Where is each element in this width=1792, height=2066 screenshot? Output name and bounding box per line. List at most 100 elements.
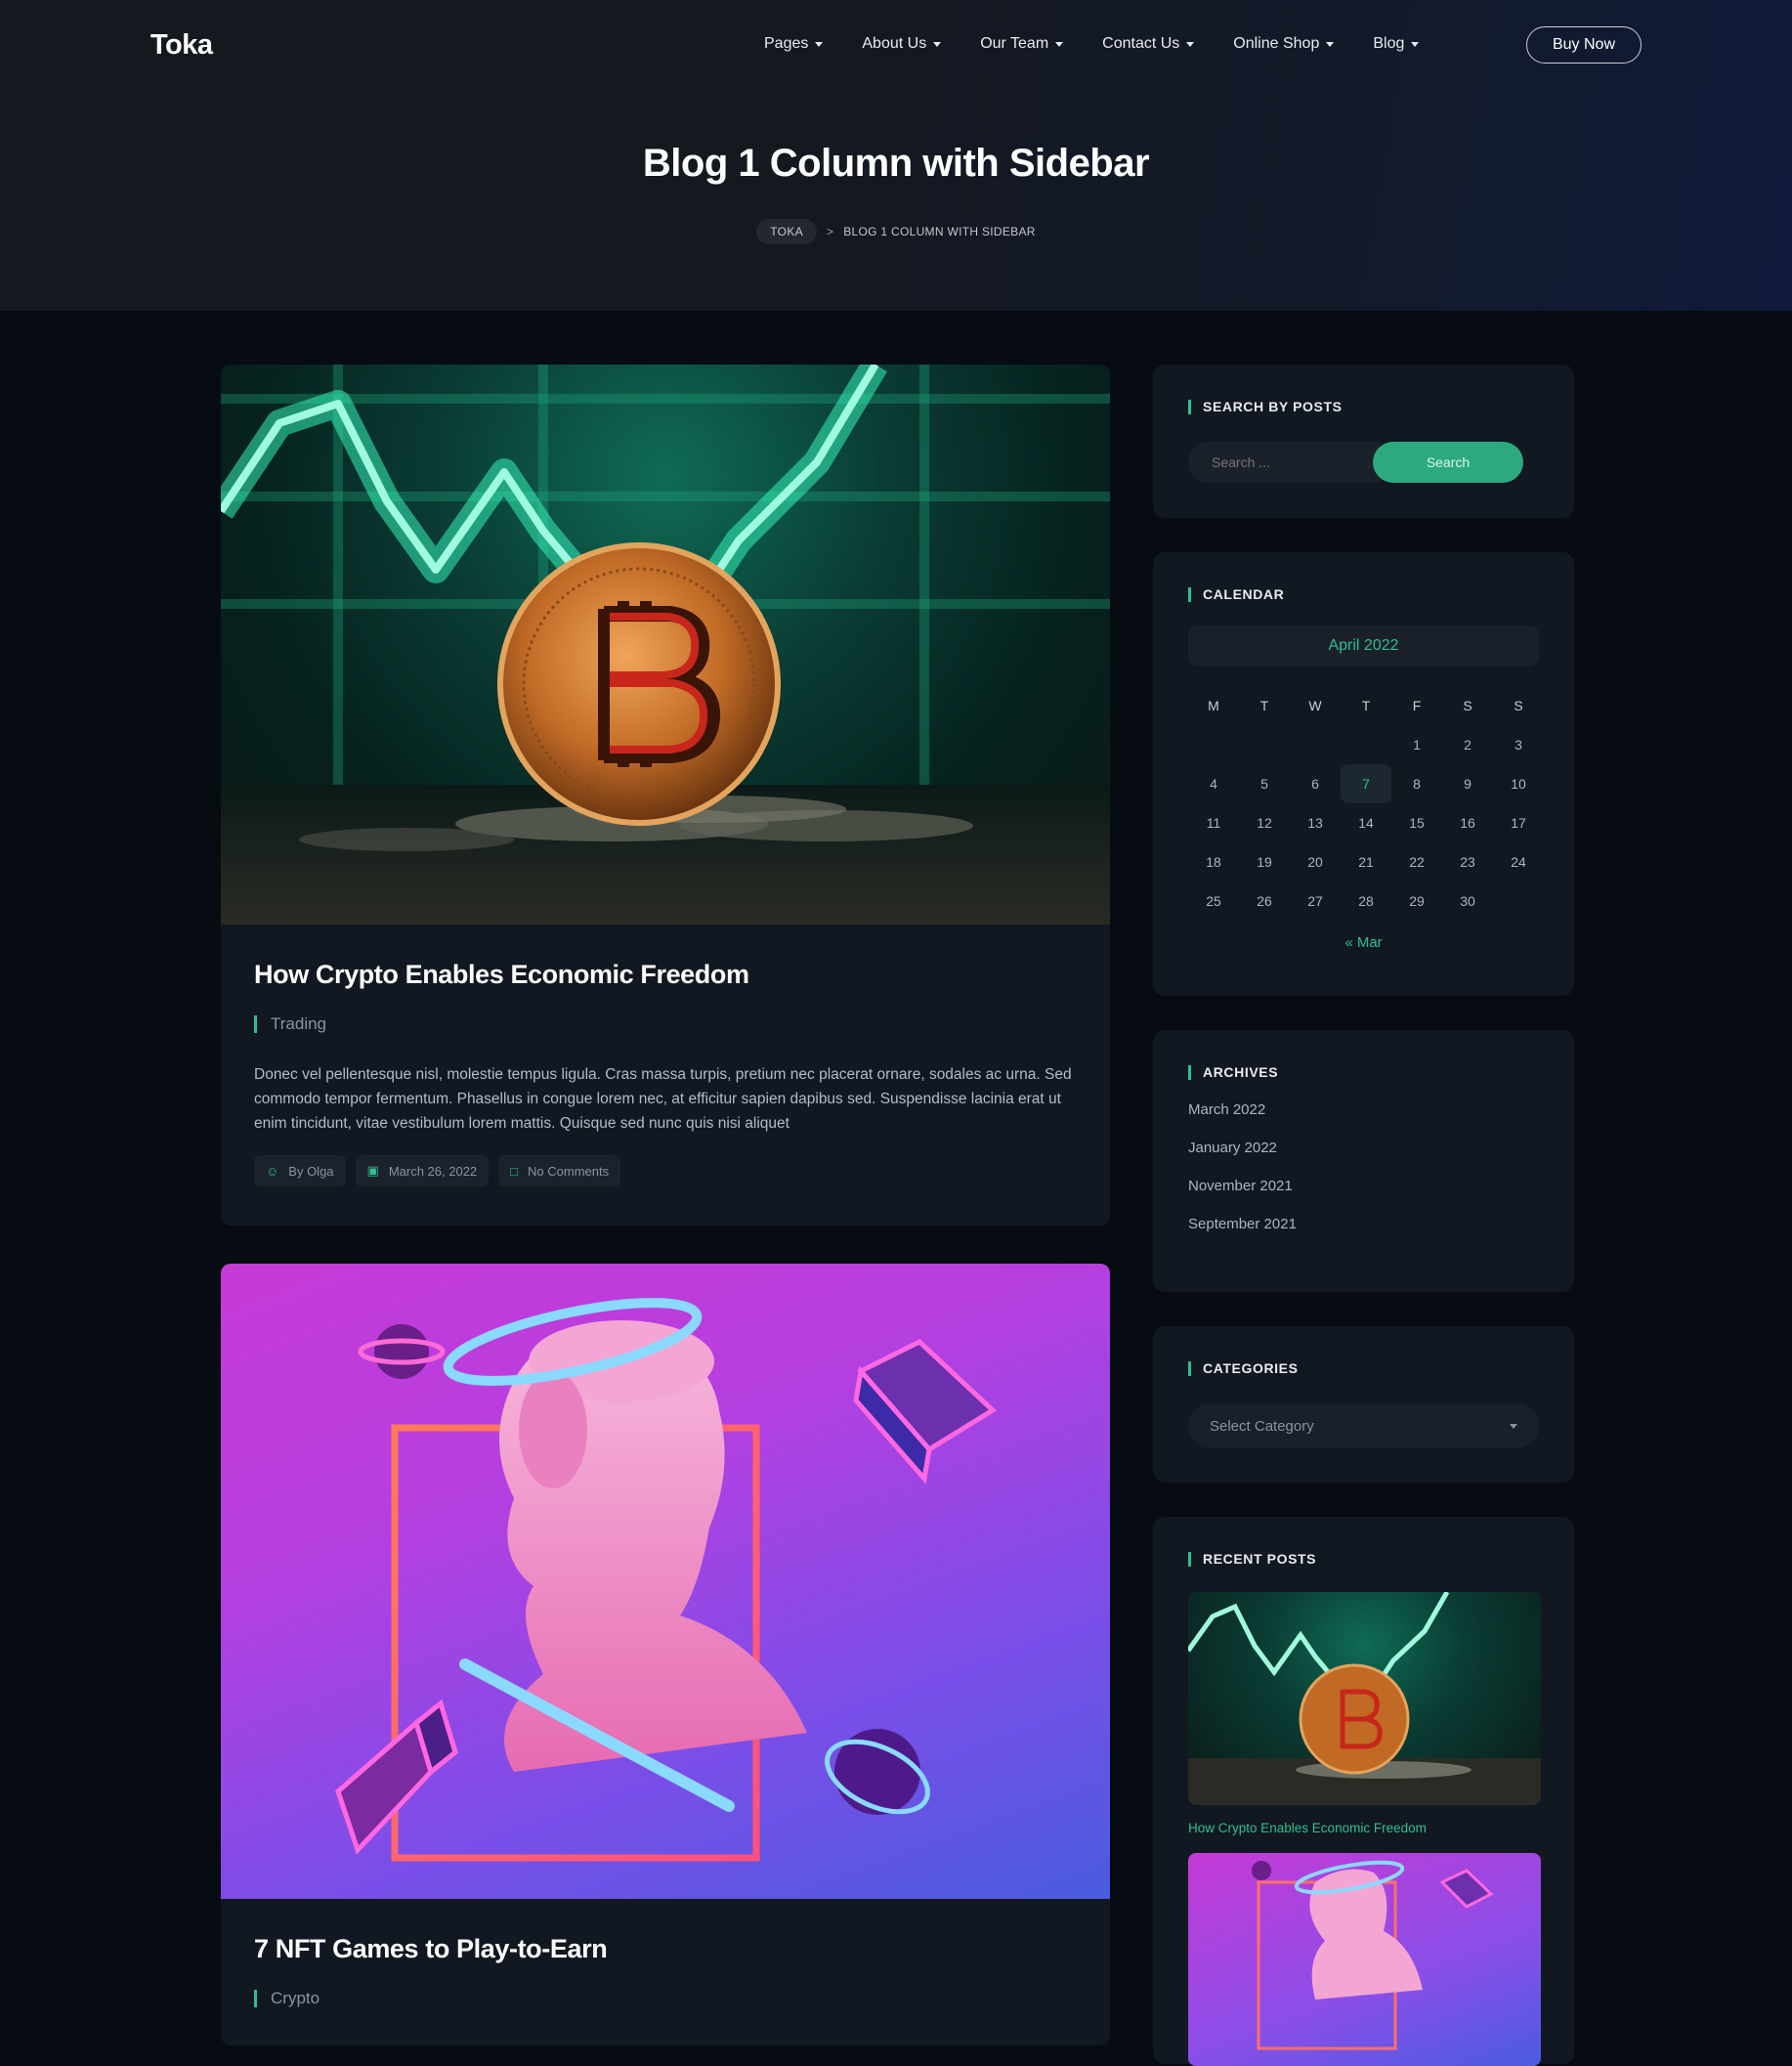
calendar-empty-cell — [1290, 725, 1341, 764]
recent-post-thumbnail[interactable] — [1188, 1853, 1541, 2066]
calendar-day[interactable]: 22 — [1391, 842, 1442, 882]
calendar-day[interactable]: 11 — [1188, 803, 1239, 842]
post-comments[interactable]: □ No Comments — [498, 1155, 621, 1186]
recent-post-thumbnail[interactable] — [1188, 1592, 1541, 1805]
archives-widget: ARCHIVES March 2022 January 2022 Novembe… — [1153, 1030, 1574, 1292]
post-category[interactable]: Crypto — [254, 1990, 1077, 2007]
nav-blog[interactable]: Blog — [1373, 35, 1420, 53]
page-title: Blog 1 Column with Sidebar — [642, 142, 1150, 185]
calendar-day[interactable]: 28 — [1341, 882, 1391, 921]
calendar-day[interactable]: 7 — [1341, 764, 1391, 803]
calendar-weekday: T — [1361, 698, 1371, 713]
calendar-prev-month-link[interactable]: « Mar — [1188, 934, 1539, 951]
widget-title: SEARCH BY POSTS — [1188, 400, 1539, 414]
calendar-day[interactable]: 6 — [1290, 764, 1341, 803]
chevron-down-icon — [1411, 41, 1420, 47]
nav-pages[interactable]: Pages — [764, 35, 824, 53]
calendar-day[interactable]: 21 — [1341, 842, 1391, 882]
calendar-weekday: S — [1514, 698, 1523, 713]
breadcrumb-home[interactable]: TOKA — [756, 219, 817, 244]
archive-link[interactable]: November 2021 — [1188, 1178, 1539, 1194]
calendar-day[interactable]: 18 — [1188, 842, 1239, 882]
calendar-empty-cell — [1493, 882, 1544, 921]
calendar-icon: ▣ — [366, 1163, 379, 1178]
user-icon: ☺ — [266, 1163, 279, 1179]
calendar-day[interactable]: 4 — [1188, 764, 1239, 803]
calendar-day[interactable]: 24 — [1493, 842, 1544, 882]
post-title[interactable]: 7 NFT Games to Play-to-Earn — [254, 1934, 1077, 1964]
chevron-down-icon — [815, 41, 824, 47]
calendar-day[interactable]: 2 — [1442, 725, 1493, 764]
nav-our-team[interactable]: Our Team — [980, 35, 1064, 53]
nav-label: Blog — [1373, 35, 1405, 52]
recent-posts-widget: RECENT POSTS How Crypto Enables Economic… — [1153, 1517, 1574, 2066]
calendar-day[interactable]: 15 — [1391, 803, 1442, 842]
widget-title: ARCHIVES — [1188, 1065, 1539, 1080]
calendar-day[interactable]: 30 — [1442, 882, 1493, 921]
archive-link[interactable]: March 2022 — [1188, 1101, 1539, 1118]
search-widget: SEARCH BY POSTS Search — [1153, 365, 1574, 518]
calendar-day[interactable]: 12 — [1239, 803, 1290, 842]
calendar-day[interactable]: 8 — [1391, 764, 1442, 803]
post-image-bitcoin[interactable] — [221, 365, 1110, 925]
chevron-down-icon — [933, 41, 942, 47]
calendar-day[interactable]: 5 — [1239, 764, 1290, 803]
calendar-day[interactable]: 1 — [1391, 725, 1442, 764]
nav-contact-us[interactable]: Contact Us — [1102, 35, 1195, 53]
breadcrumb-separator: > — [826, 225, 834, 238]
archive-link[interactable]: January 2022 — [1188, 1140, 1539, 1156]
nav-label: Online Shop — [1233, 35, 1320, 52]
calendar-day[interactable]: 26 — [1239, 882, 1290, 921]
recent-post-title[interactable]: How Crypto Enables Economic Freedom — [1188, 1821, 1539, 1835]
calendar-empty-cell — [1188, 725, 1239, 764]
post-category[interactable]: Trading — [254, 1015, 1077, 1033]
calendar-day[interactable]: 23 — [1442, 842, 1493, 882]
nav-label: Pages — [764, 35, 809, 52]
post-excerpt: Donec vel pellentesque nisl, molestie te… — [254, 1066, 1072, 1132]
categories-widget: CATEGORIES Select Category — [1153, 1326, 1574, 1483]
calendar-weekday: T — [1259, 698, 1269, 713]
post-meta: ☺ By Olga ▣ March 26, 2022 □ No Comments — [254, 1155, 1077, 1186]
site-logo[interactable]: Toka — [150, 29, 213, 62]
calendar-weekday: S — [1463, 698, 1472, 713]
widget-title: CALENDAR — [1188, 587, 1539, 602]
bitcoin-thumbnail — [1188, 1592, 1541, 1805]
post-image-nft[interactable] — [221, 1264, 1110, 1899]
post-author[interactable]: ☺ By Olga — [254, 1155, 346, 1186]
archive-link[interactable]: September 2021 — [1188, 1216, 1539, 1232]
chevron-down-icon — [1326, 41, 1335, 47]
calendar-day[interactable]: 20 — [1290, 842, 1341, 882]
chevron-down-icon — [1186, 41, 1195, 47]
category-select-value: Select Category — [1210, 1417, 1314, 1435]
chevron-down-icon — [1055, 41, 1064, 47]
calendar-day[interactable]: 3 — [1493, 725, 1544, 764]
calendar-weekday: M — [1208, 698, 1219, 713]
buy-now-button[interactable]: Buy Now — [1526, 26, 1642, 64]
search-input[interactable] — [1188, 442, 1381, 483]
calendar-day[interactable]: 29 — [1391, 882, 1442, 921]
category-select[interactable]: Select Category — [1188, 1403, 1539, 1448]
calendar-day[interactable]: 13 — [1290, 803, 1341, 842]
calendar-day[interactable]: 17 — [1493, 803, 1544, 842]
calendar-grid: M T W T F S S 1 2 3 4 5 6 7 8 9 10 11 12 13 14 15 16 17 18 19 20 21… — [1188, 686, 1539, 921]
bitcoin-illustration — [221, 365, 1110, 925]
search-button[interactable]: Search — [1373, 442, 1523, 483]
calendar-widget: CALENDAR April 2022 M T W T F S S 1 2 3 4 5 6 7 8 9 10 11… — [1153, 552, 1574, 996]
nav-online-shop[interactable]: Online Shop — [1233, 35, 1335, 53]
calendar-month: April 2022 — [1188, 625, 1539, 667]
nft-thumbnail — [1252, 1860, 1494, 2050]
calendar-day[interactable]: 16 — [1442, 803, 1493, 842]
widget-title: RECENT POSTS — [1188, 1552, 1539, 1567]
calendar-day[interactable]: 25 — [1188, 882, 1239, 921]
nav-about-us[interactable]: About Us — [862, 35, 942, 53]
calendar-day[interactable]: 27 — [1290, 882, 1341, 921]
comment-icon: □ — [510, 1163, 519, 1179]
calendar-day[interactable]: 9 — [1442, 764, 1493, 803]
calendar-day[interactable]: 14 — [1341, 803, 1391, 842]
calendar-day[interactable]: 10 — [1493, 764, 1544, 803]
post-title[interactable]: How Crypto Enables Economic Freedom — [254, 960, 1077, 990]
post-comments-label: No Comments — [528, 1163, 610, 1179]
post-date[interactable]: ▣ March 26, 2022 — [355, 1155, 490, 1186]
chevron-down-icon — [1510, 1423, 1517, 1429]
calendar-day[interactable]: 19 — [1239, 842, 1290, 882]
